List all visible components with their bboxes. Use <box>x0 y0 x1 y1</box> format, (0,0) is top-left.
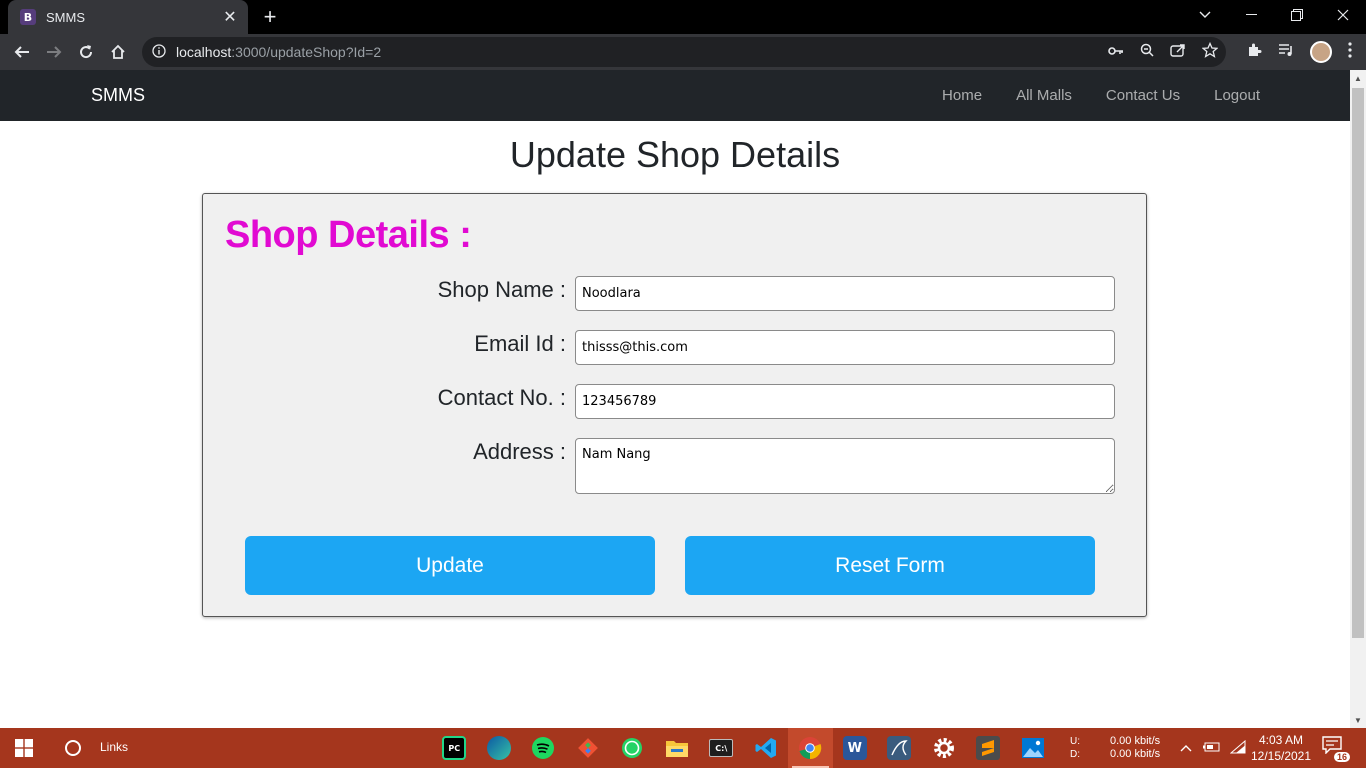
word-icon[interactable]: W <box>833 728 878 768</box>
profile-avatar[interactable] <box>1310 41 1332 63</box>
shop-name-input[interactable] <box>575 276 1115 311</box>
net-upload-label: U: <box>1070 736 1080 747</box>
photos-icon[interactable] <box>1011 728 1056 768</box>
scroll-up-arrow-icon[interactable]: ▲ <box>1350 70 1366 86</box>
windows-taskbar: Links PC C:\ W U: D: 0.00 kbit/s 0.00 kb… <box>0 728 1366 768</box>
reload-icon[interactable] <box>70 36 102 68</box>
share-icon[interactable] <box>1170 43 1186 62</box>
browser-tab-strip: B SMMS ✕ + <box>0 0 1366 34</box>
tab-search-chevron-icon[interactable] <box>1182 0 1228 30</box>
page-scrollbar[interactable]: ▲ ▼ <box>1350 70 1366 728</box>
git-icon[interactable] <box>566 728 611 768</box>
clock-date: 12/15/2021 <box>1250 749 1312 763</box>
sql-server-icon[interactable] <box>877 728 922 768</box>
nav-link-logout[interactable]: Logout <box>1214 87 1260 104</box>
restore-icon[interactable] <box>1274 0 1320 30</box>
clock-time: 4:03 AM <box>1258 733 1304 747</box>
edge-icon[interactable] <box>477 728 522 768</box>
terminal-icon[interactable]: C:\ <box>699 728 744 768</box>
nav-link-all-malls[interactable]: All Malls <box>1016 87 1072 104</box>
shop-details-form-card: Shop Details : Shop Name : Email Id : Co… <box>202 193 1147 617</box>
new-tab-icon[interactable]: + <box>258 4 282 30</box>
back-icon[interactable] <box>6 36 38 68</box>
email-input[interactable] <box>575 330 1115 365</box>
site-info-icon[interactable] <box>152 43 166 61</box>
sublime-icon[interactable] <box>966 728 1011 768</box>
home-icon[interactable] <box>102 36 134 68</box>
pycharm-icon[interactable]: PC <box>432 728 477 768</box>
taskbar-clock[interactable]: 4:03 AM 12/15/2021 <box>1250 732 1312 764</box>
address-textarea[interactable]: Nam Nang <box>575 438 1115 494</box>
key-icon[interactable] <box>1108 43 1124 61</box>
minimize-icon[interactable] <box>1228 0 1274 30</box>
net-speed-values: 0.00 kbit/s 0.00 kbit/s <box>1110 735 1160 761</box>
card-title: Shop Details : <box>225 214 472 256</box>
tab-title: SMMS <box>46 9 85 25</box>
links-toolbar[interactable]: Links <box>100 740 128 754</box>
url-path: :3000/updateShop?Id=2 <box>231 44 382 60</box>
system-tray <box>1180 728 1246 768</box>
forward-icon[interactable] <box>38 36 70 68</box>
taskbar-apps: PC C:\ W <box>432 728 1055 768</box>
settings-icon[interactable] <box>922 728 967 768</box>
net-speed-labels: U: D: <box>1070 735 1080 761</box>
net-download-label: D: <box>1070 749 1080 760</box>
vscode-icon[interactable] <box>744 728 789 768</box>
address-label: Address : <box>473 439 566 464</box>
action-center-icon[interactable]: 16 <box>1322 736 1350 762</box>
file-explorer-icon[interactable] <box>655 728 700 768</box>
brand-logo[interactable]: SMMS <box>91 85 145 106</box>
battery-icon[interactable] <box>1202 741 1220 756</box>
browser-tab[interactable]: B SMMS ✕ <box>8 0 248 34</box>
address-bar[interactable]: localhost:3000/updateShop?Id=2 <box>142 37 1226 67</box>
contact-input[interactable] <box>575 384 1115 419</box>
page-title: Update Shop Details <box>509 134 841 175</box>
update-button[interactable]: Update <box>245 536 655 595</box>
tray-chevron-up-icon[interactable] <box>1180 741 1192 755</box>
email-label: Email Id : <box>474 331 566 356</box>
wifi-icon[interactable] <box>1229 739 1246 757</box>
window-controls <box>1182 0 1366 34</box>
scroll-down-arrow-icon[interactable]: ▼ <box>1350 712 1366 728</box>
site-navbar: SMMS Home All Malls Contact Us Logout <box>0 70 1350 121</box>
nav-link-home[interactable]: Home <box>942 87 982 104</box>
zoom-icon[interactable] <box>1140 43 1154 62</box>
whatsapp-icon[interactable] <box>610 728 655 768</box>
reset-form-button[interactable]: Reset Form <box>685 536 1095 595</box>
notification-count-badge: 16 <box>1333 752 1350 762</box>
spotify-icon[interactable] <box>521 728 566 768</box>
cortana-search-icon[interactable] <box>58 728 88 768</box>
close-window-icon[interactable] <box>1320 0 1366 30</box>
nav-links: Home All Malls Contact Us Logout <box>942 70 1260 121</box>
bookmark-star-icon[interactable] <box>1201 41 1219 63</box>
media-queue-icon[interactable] <box>1278 43 1294 62</box>
browser-toolbar: localhost:3000/updateShop?Id=2 <box>0 34 1366 70</box>
url-host: localhost <box>176 44 232 60</box>
contact-label: Contact No. : <box>437 385 566 410</box>
extensions-icon[interactable] <box>1246 42 1262 63</box>
bootstrap-favicon-icon: B <box>20 9 36 25</box>
net-download-value: 0.00 kbit/s <box>1110 748 1161 760</box>
shop-name-label: Shop Name : <box>437 277 566 302</box>
chrome-icon[interactable] <box>788 728 833 768</box>
windows-start-icon[interactable] <box>0 728 48 768</box>
net-upload-value: 0.00 kbit/s <box>1110 735 1161 747</box>
menu-kebab-icon[interactable] <box>1348 41 1352 63</box>
nav-link-contact-us[interactable]: Contact Us <box>1106 87 1180 104</box>
scroll-thumb[interactable] <box>1352 88 1364 638</box>
tab-close-icon[interactable]: ✕ <box>218 7 242 27</box>
